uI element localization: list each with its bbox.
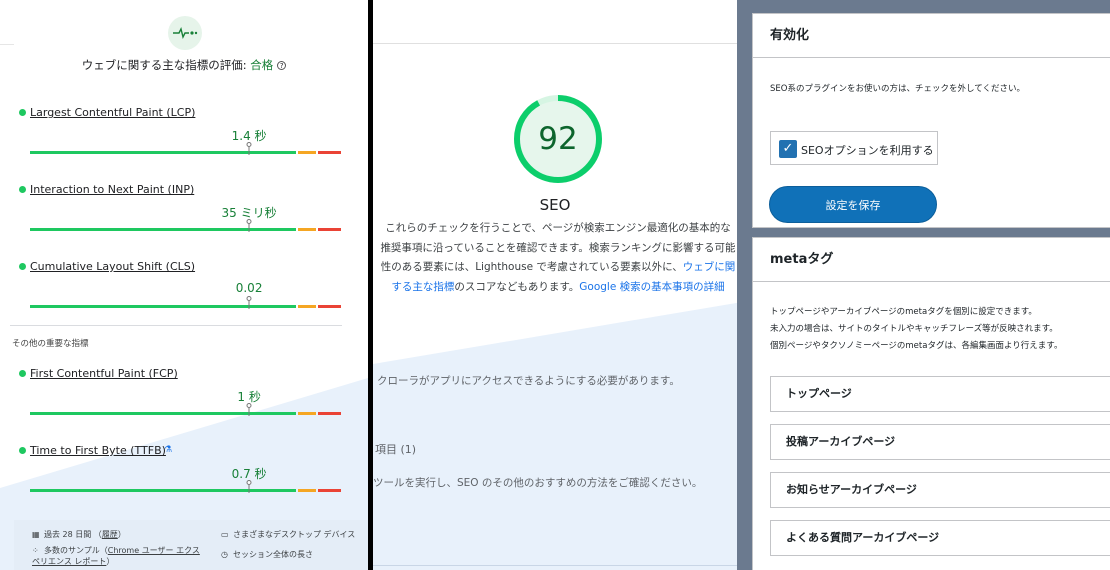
assessment-result: 合格	[250, 58, 274, 72]
meta-tags-box: metaタグ トップページやアーカイブページのmetaタグを個別に設定できます。…	[752, 237, 1110, 570]
bar-segment-poor	[317, 151, 341, 154]
metric-inp: Interaction to Next Paint (INP) 35 ミリ秒	[0, 183, 368, 243]
distribution-bar	[30, 489, 343, 492]
distribution-bar	[30, 228, 343, 231]
status-dot-icon	[19, 370, 26, 377]
distribution-bar	[30, 305, 343, 308]
checkbox-label[interactable]: SEOオプションを利用する	[801, 142, 934, 158]
bar-segment-poor	[317, 228, 341, 231]
core-web-vitals-panel: ウェブに関する主な指標の評価: 合格? Largest Contentful P…	[0, 0, 368, 570]
bar-segment-poor	[317, 412, 341, 415]
metric-fcp: First Contentful Paint (FCP) 1 秒	[0, 367, 368, 427]
pulse-icon	[168, 16, 202, 50]
seo-description: これらのチェックを行うことで、ページが検索エンジン最適化の基本的な推奨事項に沿っ…	[380, 219, 736, 297]
section-faq-archive[interactable]: よくある質問アーカイブページ	[770, 520, 1110, 556]
enable-box: 有効化 SEO系のプラグインをお使いの方は、チェックを外してください。 ✓ SE…	[752, 13, 1110, 228]
section-news-archive[interactable]: お知らせアーカイブページ	[770, 472, 1110, 508]
bar-segment-ni	[297, 151, 316, 154]
marker-pin-icon	[246, 219, 252, 232]
metric-name[interactable]: Time to First Byte (TTFB)	[30, 444, 166, 457]
bar-segment-good	[30, 228, 296, 231]
metric-name[interactable]: First Contentful Paint (FCP)	[30, 367, 178, 380]
bar-segment-good	[30, 489, 296, 492]
status-dot-icon	[19, 186, 26, 193]
enable-box-title: 有効化	[753, 14, 1110, 58]
checkmark-icon[interactable]: ✓	[779, 140, 797, 158]
metric-name[interactable]: Interaction to Next Paint (INP)	[30, 183, 194, 196]
meta-box-title: metaタグ	[753, 238, 1110, 282]
people-icon: ⁘	[32, 546, 39, 555]
save-settings-button[interactable]: 設定を保存	[769, 186, 937, 223]
bar-segment-poor	[317, 305, 341, 308]
tool-note: ツールを実行し、SEO のその他のおすすめの方法をご確認ください。	[373, 477, 703, 489]
status-dot-icon	[19, 263, 26, 270]
samples-suffix: ）	[106, 557, 115, 566]
history-link[interactable]: 履歴	[102, 530, 118, 539]
calendar-icon: ▦	[32, 530, 40, 539]
other-metrics-heading: その他の重要な指標	[12, 339, 89, 349]
marker-pin-icon	[246, 296, 252, 309]
metric-name[interactable]: Cumulative Layout Shift (CLS)	[30, 260, 195, 273]
help-icon[interactable]: ?	[277, 61, 287, 70]
assessment-prefix: ウェブに関する主な指標の評価:	[81, 58, 251, 72]
distribution-bar	[30, 151, 343, 154]
divider	[373, 43, 737, 44]
devices-info: ▭ さまざまなデスクトップ デバイス	[221, 529, 355, 540]
seo-score-gauge: 92	[512, 93, 604, 185]
bar-segment-ni	[297, 228, 316, 231]
bar-segment-ni	[297, 305, 316, 308]
divider	[373, 565, 737, 566]
bar-segment-poor	[317, 489, 341, 492]
experimental-flask-icon: ⚗	[164, 445, 173, 455]
metric-value: 0.02	[235, 281, 263, 295]
metric-ttfb: Time to First Byte (TTFB) ⚗ 0.7 秒	[0, 444, 368, 504]
timer-icon: ◷	[221, 550, 228, 559]
samples-prefix: 多数のサンプル（	[44, 546, 108, 555]
meta-note-line: トップページやアーカイブページのmetaタグを個別に設定できます。	[770, 307, 1037, 317]
status-dot-icon	[19, 109, 26, 116]
meta-note-line: 未入力の場合は、サイトのタイトルやキャッチフレーズ等が反映されます。	[770, 324, 1058, 334]
marker-pin-icon	[246, 142, 252, 155]
session-text: セッション全体の長さ	[233, 550, 313, 559]
assessment-heading: ウェブに関する主な指標の評価: 合格?	[0, 57, 368, 73]
metric-cls: Cumulative Layout Shift (CLS) 0.02	[0, 260, 368, 320]
period-info: ▦ 過去 28 日間 （履歴）	[32, 530, 126, 539]
devices-icon: ▭	[221, 530, 229, 539]
seo-title: SEO	[539, 196, 571, 214]
metric-name[interactable]: Largest Contentful Paint (LCP)	[30, 106, 195, 119]
divider	[0, 44, 14, 45]
search-essentials-link[interactable]: Google 検索の基本事項の詳細	[579, 281, 724, 293]
status-dot-icon	[19, 447, 26, 454]
meta-note-line: 個別ページやタクソノミーページのmetaタグは、各編集画面より行えます。	[770, 341, 1063, 351]
metric-lcp: Largest Contentful Paint (LCP) 1.4 秒	[0, 106, 368, 166]
distribution-bar	[30, 412, 343, 415]
enable-note: SEO系のプラグインをお使いの方は、チェックを外してください。	[770, 84, 1025, 94]
bar-segment-good	[30, 412, 296, 415]
devices-text: さまざまなデスクトップ デバイス	[233, 530, 356, 539]
bar-segment-ni	[297, 412, 316, 415]
bar-segment-good	[30, 305, 296, 308]
divider	[10, 325, 342, 326]
marker-pin-icon	[246, 480, 252, 493]
items-count[interactable]: 項目 (1)	[375, 441, 416, 457]
seo-score: 92	[538, 121, 578, 157]
seo-option-checkbox[interactable]: ✓ SEOオプションを利用する	[770, 131, 938, 165]
samples-info: ⁘ 多数のサンプル（Chrome ユーザー エクスペリエンス レポート）	[32, 545, 202, 567]
seo-settings-panel: 有効化 SEO系のプラグインをお使いの方は、チェックを外してください。 ✓ SE…	[737, 0, 1110, 570]
session-info: ◷ セッション全体の長さ	[221, 549, 313, 560]
section-top-page[interactable]: トップページ	[770, 376, 1110, 412]
desc-text: のスコアなどもあります。	[454, 280, 580, 293]
period-text: 過去 28 日間	[44, 530, 92, 539]
marker-pin-icon	[246, 403, 252, 416]
bar-segment-ni	[297, 489, 316, 492]
section-post-archive[interactable]: 投稿アーカイブページ	[770, 424, 1110, 460]
crawl-note: クローラがアプリにアクセスできるようにする必要があります。	[377, 375, 680, 387]
bar-segment-good	[30, 151, 296, 154]
seo-panel: 92 SEO これらのチェックを行うことで、ページが検索エンジン最適化の基本的な…	[368, 0, 737, 570]
